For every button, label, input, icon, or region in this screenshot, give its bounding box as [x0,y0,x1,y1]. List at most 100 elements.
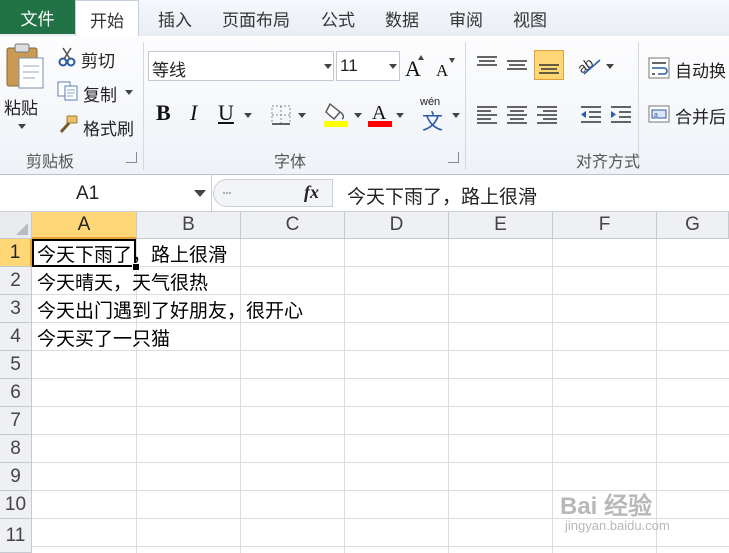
tab-home[interactable]: 开始 [75,0,139,37]
tab-page-layout[interactable]: 页面布局 [210,0,302,36]
row-header-9[interactable]: 9 [0,463,32,491]
insert-function-button[interactable]: fx [304,182,319,203]
tab-view[interactable]: 视图 [498,0,562,36]
svg-text:A: A [436,61,449,80]
chevron-down-icon[interactable] [396,113,404,118]
grid-line [32,434,729,435]
font-name-select[interactable]: 等线 [148,51,334,81]
align-top-button[interactable] [474,52,500,78]
clipboard-group-label: 剪贴板 [26,154,75,171]
name-box[interactable]: A1 [0,175,212,211]
copy-label: 复制 [83,86,117,105]
chevron-down-icon[interactable] [194,190,206,197]
align-middle-icon [507,60,527,70]
chevron-down-icon[interactable] [606,64,614,69]
row-header-8[interactable]: 8 [0,435,32,463]
row-header-4[interactable]: 4 [0,323,32,351]
row-header-7[interactable]: 7 [0,407,32,435]
align-middle-button[interactable] [504,52,530,78]
fill-color-button[interactable] [322,100,350,128]
grid-line [32,546,729,547]
grid-line [32,406,729,407]
tab-data[interactable]: 数据 [370,0,434,36]
row-header-5[interactable]: 5 [0,351,32,379]
cell-a3[interactable]: 今天出门遇到了好朋友，很开心 [37,295,303,323]
shrink-font-icon: A [436,58,455,80]
formula-input[interactable]: 今天下雨了，路上很滑 [347,182,537,209]
chevron-down-icon[interactable] [298,113,306,118]
font-size-select[interactable]: 11 [336,51,400,81]
tab-insert[interactable]: 插入 [143,0,207,36]
align-right-icon [537,106,557,124]
copy-button[interactable]: 复制 [55,80,135,105]
font-launcher-icon[interactable] [448,152,459,163]
column-header-f[interactable]: F [553,212,657,239]
chevron-down-icon [389,64,397,69]
cell-reference: A1 [76,183,100,204]
copy-icon [57,81,78,101]
underline-button[interactable]: U [218,100,234,126]
column-header-e[interactable]: E [449,212,553,239]
fill-handle[interactable] [132,263,140,271]
indent-icon [611,106,631,123]
row-header-1[interactable]: 1 [0,239,32,267]
format-painter-label: 格式刷 [83,120,134,139]
paste-label: 粘贴 [4,99,38,118]
row-header-3[interactable]: 3 [0,295,32,323]
chevron-down-icon[interactable] [354,113,362,118]
baidu-jingyan-watermark: Bai 经验 [560,493,653,520]
column-header-g[interactable]: G [657,212,729,239]
tab-formulas[interactable]: 公式 [306,0,370,36]
clipboard-launcher-icon[interactable] [126,152,137,163]
align-right-button[interactable] [534,102,560,128]
wrap-text-icon [648,57,670,79]
chevron-down-icon[interactable] [125,90,133,95]
grow-font-icon: A [405,55,424,81]
merge-label: 合并后 [675,108,726,127]
orientation-button[interactable]: ab [574,52,604,78]
row-header-2[interactable]: 2 [0,267,32,295]
increase-indent-button[interactable] [608,102,634,128]
select-all-button[interactable] [0,212,32,239]
text-orientation-icon: ab [574,54,601,76]
cell-a4[interactable]: 今天买了一只猫 [37,323,170,351]
resize-dots-icon[interactable] [222,188,232,198]
align-bottom-button[interactable] [534,50,564,80]
phonetic-guide-button[interactable]: wén 文 [418,96,448,134]
column-header-a[interactable]: A [32,212,137,239]
row-header-10[interactable]: 10 [0,491,32,519]
column-header-c[interactable]: C [241,212,345,239]
increase-font-size-button[interactable]: A [404,52,428,81]
borders-button[interactable] [270,104,292,126]
row-header-11[interactable]: 11 [0,519,32,553]
chevron-down-icon[interactable] [452,113,460,118]
align-left-button[interactable] [474,102,500,128]
italic-button[interactable]: I [190,100,197,126]
format-painter-button[interactable]: 格式刷 [55,114,140,139]
font-color-button[interactable]: A [366,100,394,128]
tab-file[interactable]: 文件 [0,0,75,34]
column-header-b[interactable]: B [137,212,241,239]
chevron-down-icon[interactable] [244,113,252,118]
paste-button[interactable]: 粘贴 [0,36,50,136]
cell-a2[interactable]: 今天晴天，天气很热 [37,267,208,295]
decrease-indent-button[interactable] [578,102,604,128]
bold-button[interactable]: B [156,100,171,126]
merge-center-button[interactable]: a 合并后 [646,100,729,128]
wrap-text-label: 自动换 [675,62,726,81]
cut-button[interactable]: 剪切 [55,46,125,71]
wen-char: 文 [422,111,443,134]
wrap-text-button[interactable]: 自动换 [646,54,729,82]
select-all-triangle-icon [16,223,28,235]
row-header-6[interactable]: 6 [0,379,32,407]
column-header-d[interactable]: D [345,212,449,239]
chevron-down-icon[interactable] [18,124,26,129]
grid-line [344,239,345,553]
grid-line [32,462,729,463]
decrease-font-size-button[interactable]: A [434,54,458,80]
tab-review[interactable]: 审阅 [434,0,498,36]
grid-line [32,378,729,379]
ribbon: 粘贴 剪切 复制 格式刷 剪贴板 等线 11 A A B I U A wén 文… [0,36,729,175]
align-center-button[interactable] [504,102,530,128]
scissors-icon [58,47,76,67]
